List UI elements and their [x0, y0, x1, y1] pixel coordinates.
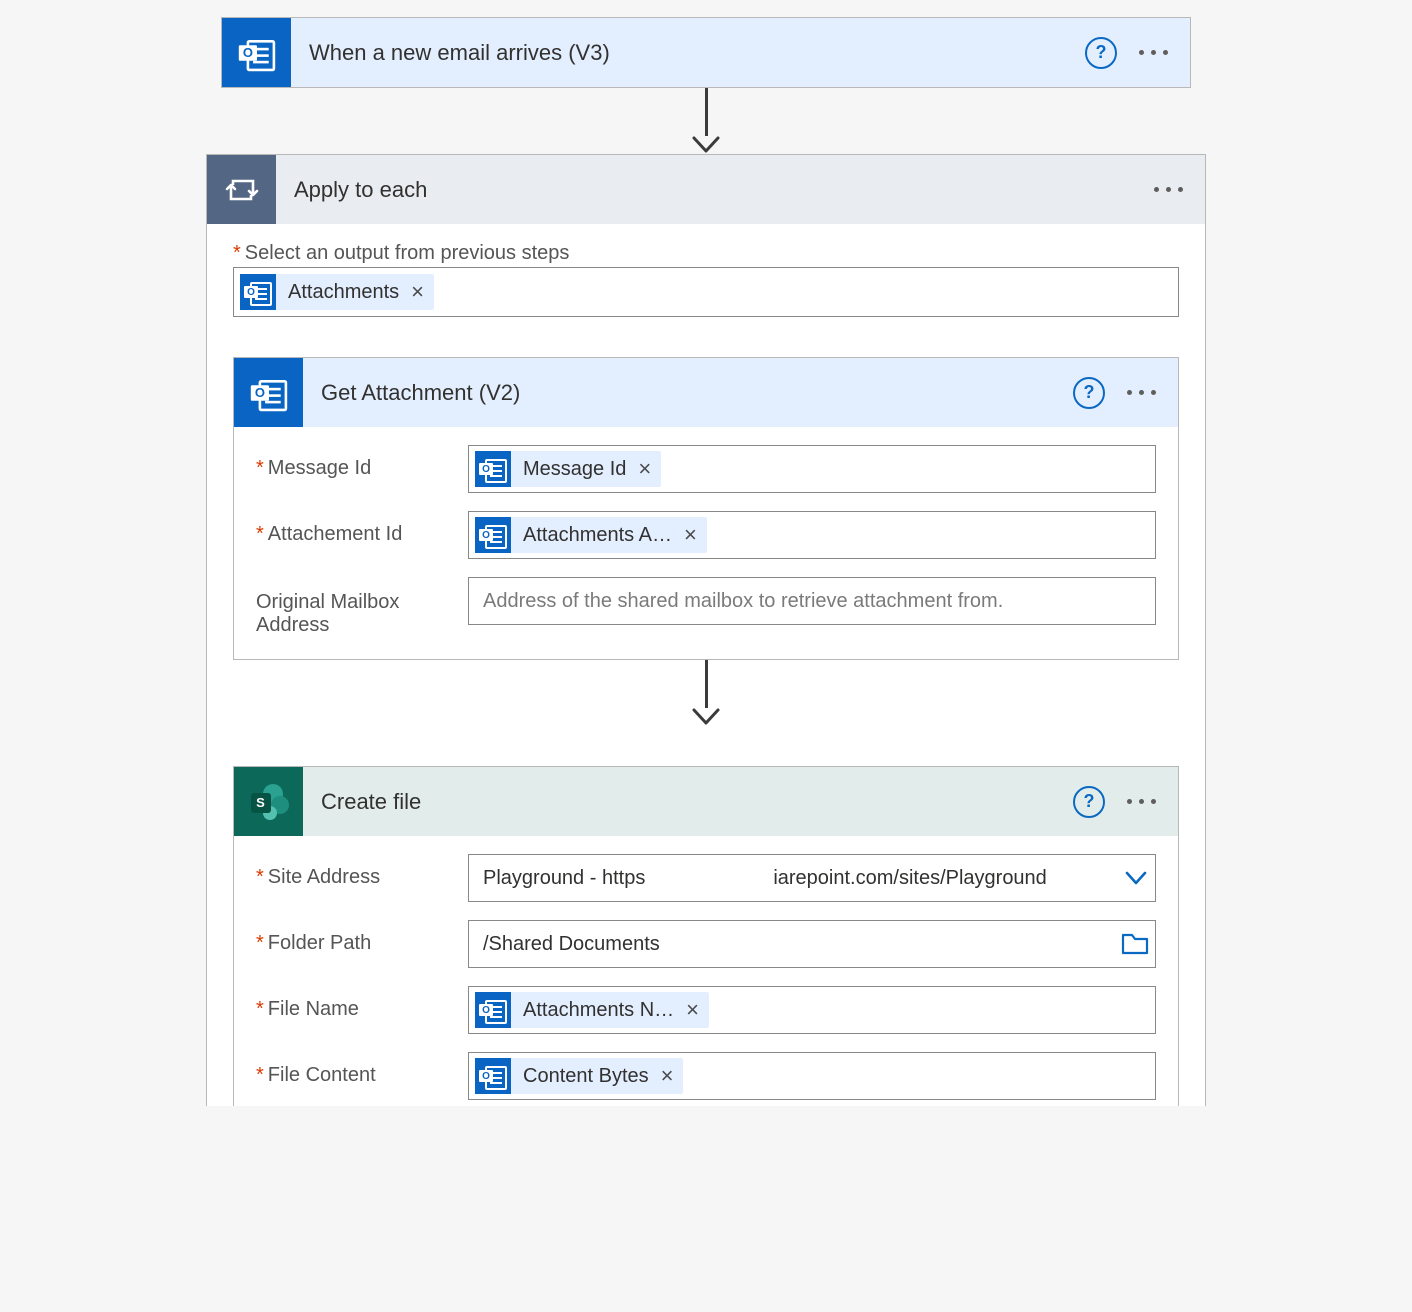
more-menu-button[interactable]: [1154, 187, 1183, 192]
get-attachment-title: Get Attachment (V2): [303, 380, 1073, 406]
apply-to-each-title: Apply to each: [276, 177, 1154, 203]
remove-token-icon[interactable]: ×: [636, 458, 661, 480]
remove-token-icon[interactable]: ×: [409, 281, 434, 303]
outlook-icon: O: [475, 517, 511, 553]
file-name-input[interactable]: O Attachments N… ×: [468, 986, 1156, 1034]
help-icon[interactable]: ?: [1073, 377, 1105, 409]
apply-to-each-header[interactable]: Apply to each: [207, 155, 1205, 224]
remove-token-icon[interactable]: ×: [684, 999, 709, 1021]
row-folder-path: *Folder Path /Shared Documents: [256, 920, 1156, 968]
original-mailbox-input[interactable]: Address of the shared mailbox to retriev…: [468, 577, 1156, 625]
label-folder-path: *Folder Path: [256, 920, 468, 955]
token-content-bytes[interactable]: O Content Bytes ×: [475, 1058, 683, 1094]
row-file-name: *File Name O Attachments N… ×: [256, 986, 1156, 1034]
more-menu-button[interactable]: [1127, 390, 1156, 395]
label-attachment-id: *Attachement Id: [256, 511, 468, 546]
label-file-content: *File Content: [256, 1052, 468, 1087]
token-label: Content Bytes: [511, 1065, 659, 1088]
remove-token-icon[interactable]: ×: [682, 524, 707, 546]
site-address-select[interactable]: Playground - https iarepoint.com/sites/P…: [468, 854, 1156, 902]
create-file-card: S Create file ? *Site Address: [233, 766, 1179, 1106]
label-message-id: *Message Id: [256, 445, 468, 480]
token-attachments[interactable]: O Attachments ×: [240, 274, 434, 310]
chevron-down-icon[interactable]: [1123, 855, 1149, 901]
get-attachment-header[interactable]: O Get Attachment (V2) ?: [234, 358, 1178, 427]
row-site-address: *Site Address Playground - https iarepoi…: [256, 854, 1156, 902]
row-message-id: *Message Id O Message Id ×: [256, 445, 1156, 493]
row-attachment-id: *Attachement Id O Attachments A… ×: [256, 511, 1156, 559]
token-message-id[interactable]: O Message Id ×: [475, 451, 661, 487]
get-attachment-card: O Get Attachment (V2) ? *Message Id: [233, 357, 1179, 660]
label-site-address: *Site Address: [256, 854, 468, 889]
select-output-label: *Select an output from previous steps: [233, 242, 1179, 265]
select-output-input[interactable]: O Attachments ×: [233, 267, 1179, 317]
row-original-mailbox: Original Mailbox Address Address of the …: [256, 577, 1156, 637]
apply-to-each-card: Apply to each *Select an output from pre…: [206, 154, 1206, 1106]
help-icon[interactable]: ?: [1073, 786, 1105, 818]
token-label: Attachments N…: [511, 999, 684, 1022]
trigger-title: When a new email arrives (V3): [291, 40, 1085, 66]
more-menu-button[interactable]: [1127, 799, 1156, 804]
row-file-content: *File Content O Content Bytes ×: [256, 1052, 1156, 1100]
original-mailbox-placeholder: Address of the shared mailbox to retriev…: [475, 590, 1011, 613]
token-label: Attachments: [276, 281, 409, 304]
message-id-input[interactable]: O Message Id ×: [468, 445, 1156, 493]
attachment-id-input[interactable]: O Attachments A… ×: [468, 511, 1156, 559]
folder-path-value: /Shared Documents: [475, 933, 668, 956]
folder-picker-icon[interactable]: [1121, 921, 1149, 967]
outlook-icon: O: [240, 274, 276, 310]
outlook-icon: O: [222, 18, 291, 87]
token-label: Message Id: [511, 458, 636, 481]
sharepoint-icon: S: [234, 767, 303, 836]
site-address-value-right: iarepoint.com/sites/Playground: [653, 867, 1109, 890]
label-file-name: *File Name: [256, 986, 468, 1021]
file-content-input[interactable]: O Content Bytes ×: [468, 1052, 1156, 1100]
label-original-mailbox: Original Mailbox Address: [256, 577, 468, 637]
site-address-value-left: Playground - https: [475, 867, 653, 890]
more-menu-button[interactable]: [1139, 50, 1168, 55]
outlook-icon: O: [234, 358, 303, 427]
token-attachments-name[interactable]: O Attachments N… ×: [475, 992, 709, 1028]
help-icon[interactable]: ?: [1085, 37, 1117, 69]
create-file-header[interactable]: S Create file ?: [234, 767, 1178, 836]
remove-token-icon[interactable]: ×: [659, 1065, 684, 1087]
outlook-icon: O: [475, 451, 511, 487]
outlook-icon: O: [475, 992, 511, 1028]
trigger-header[interactable]: O When a new email arrives (V3) ?: [222, 18, 1190, 87]
trigger-card[interactable]: O When a new email arrives (V3) ?: [221, 17, 1191, 88]
arrow-down-icon: [686, 88, 726, 154]
folder-path-input[interactable]: /Shared Documents: [468, 920, 1156, 968]
loop-icon: [207, 155, 276, 224]
arrow-down-icon: [686, 660, 726, 726]
outlook-icon: O: [475, 1058, 511, 1094]
token-label: Attachments A…: [511, 524, 682, 547]
token-attachments-a[interactable]: O Attachments A… ×: [475, 517, 707, 553]
create-file-title: Create file: [303, 789, 1073, 815]
